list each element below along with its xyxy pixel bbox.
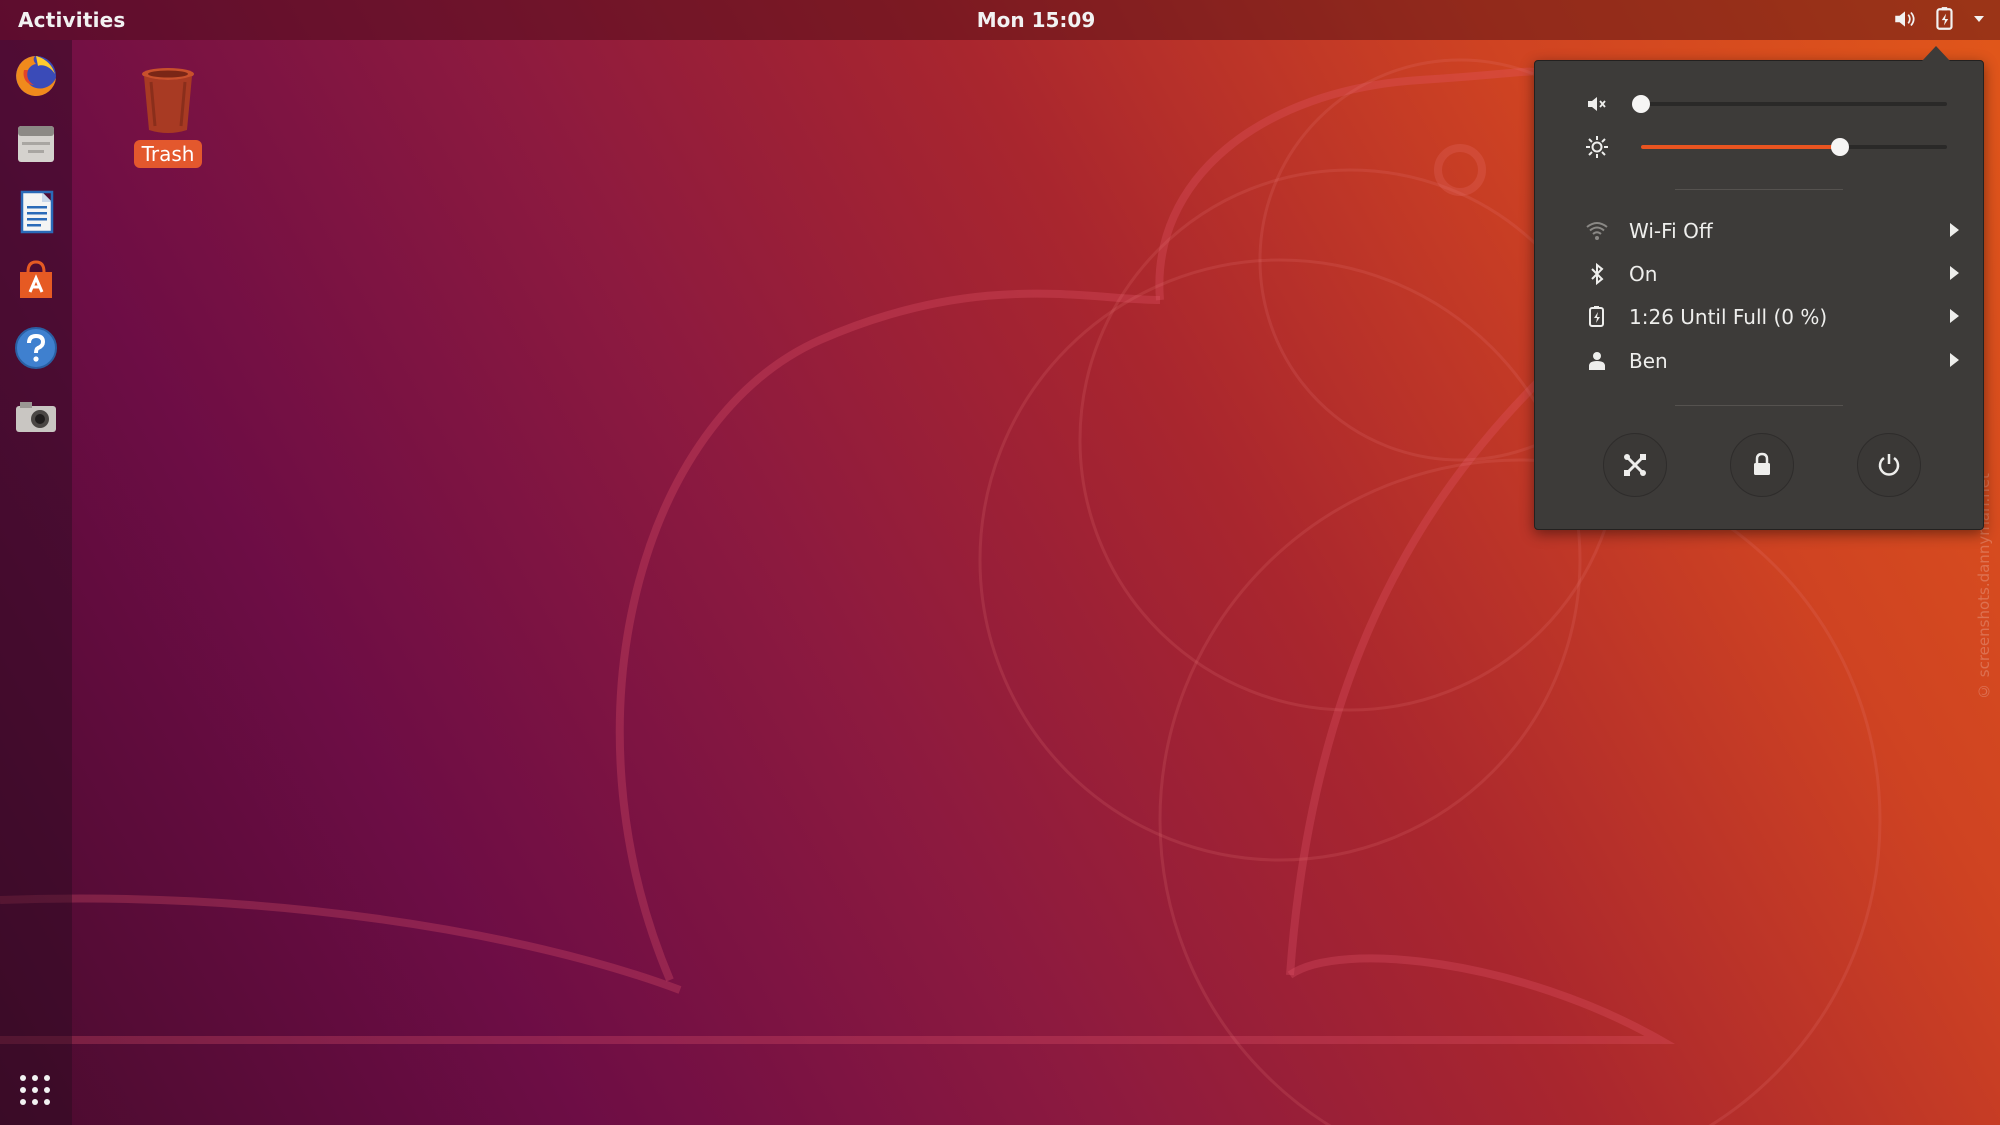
settings-button[interactable] — [1603, 433, 1667, 497]
system-tray[interactable] — [1892, 6, 1986, 32]
volume-slider[interactable] — [1585, 89, 1950, 119]
volume-track[interactable] — [1632, 95, 1947, 113]
wifi-item[interactable]: Wi-Fi Off — [1579, 212, 1959, 250]
help-icon[interactable] — [12, 324, 60, 372]
desktop-trash[interactable]: Trash — [128, 64, 208, 174]
system-menu: Wi-Fi Off On 1:26 Until Full (0 %) Ben — [1534, 60, 1984, 530]
battery-charging-icon — [1589, 306, 1604, 327]
chevron-right-icon — [1950, 309, 1959, 323]
software-icon[interactable] — [12, 256, 60, 304]
brightness-icon — [1586, 136, 1608, 158]
battery-item[interactable]: 1:26 Until Full (0 %) — [1579, 298, 1959, 336]
brightness-knob[interactable] — [1830, 138, 1849, 156]
volume-knob[interactable] — [1632, 95, 1650, 113]
user-item[interactable]: Ben — [1579, 342, 1959, 380]
wifi-label: Wi-Fi Off — [1629, 219, 1713, 243]
dock — [0, 40, 72, 1125]
power-icon — [1878, 454, 1900, 476]
battery-charging-icon[interactable] — [1932, 6, 1958, 32]
bluetooth-item[interactable]: On — [1579, 255, 1959, 293]
clock[interactable]: Mon 15:09 — [0, 8, 2000, 32]
brightness-track[interactable] — [1641, 138, 1947, 156]
brightness-fill — [1641, 145, 1840, 149]
writer-icon[interactable] — [12, 188, 60, 236]
trash-icon[interactable] — [137, 64, 199, 136]
top-bar: Activities Mon 15:09 — [0, 0, 2000, 40]
battery-label: 1:26 Until Full (0 %) — [1629, 305, 1828, 329]
chevron-down-icon[interactable] — [1972, 12, 1986, 26]
chevron-right-icon — [1950, 223, 1959, 237]
user-label: Ben — [1629, 349, 1668, 373]
camera-icon[interactable] — [12, 392, 60, 440]
firefox-icon[interactable] — [12, 52, 60, 100]
speaker-muted-icon[interactable] — [1892, 6, 1918, 32]
files-icon[interactable] — [12, 120, 60, 168]
bluetooth-label: On — [1629, 262, 1658, 286]
settings-tools-icon — [1624, 454, 1646, 476]
bluetooth-icon — [1591, 262, 1604, 286]
brightness-slider[interactable] — [1585, 132, 1950, 162]
user-icon — [1589, 352, 1605, 370]
menu-pointer — [1922, 46, 1950, 61]
chevron-right-icon — [1950, 353, 1959, 367]
menu-separator — [1675, 405, 1843, 406]
speaker-muted-icon[interactable] — [1585, 92, 1609, 116]
lock-icon — [1754, 452, 1770, 475]
lock-button[interactable] — [1730, 433, 1794, 497]
power-button[interactable] — [1857, 433, 1921, 497]
wifi-icon — [1586, 222, 1608, 240]
trash-label[interactable]: Trash — [133, 140, 203, 168]
app-grid-icon[interactable] — [18, 1073, 52, 1107]
chevron-right-icon — [1950, 266, 1959, 280]
menu-separator — [1675, 189, 1843, 190]
